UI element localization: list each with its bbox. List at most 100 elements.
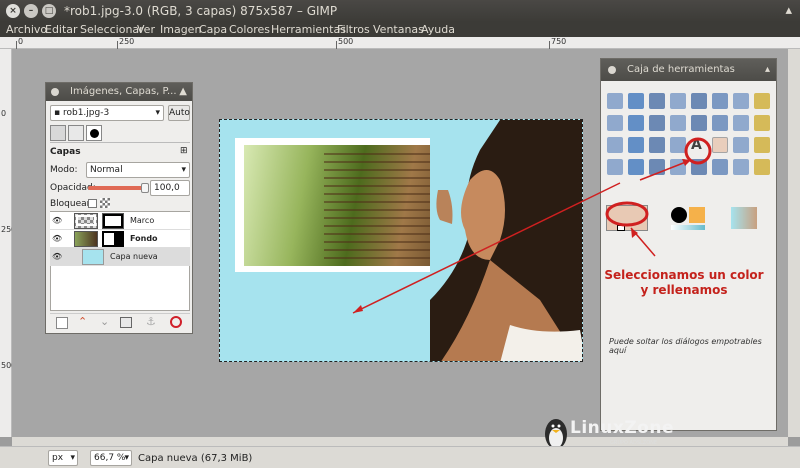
paintbrush-icon[interactable] (607, 159, 623, 175)
visibility-eye-icon[interactable]: 👁 (52, 252, 62, 261)
auto-button[interactable]: Auto (168, 105, 190, 121)
menu-ver[interactable]: Ver (137, 23, 155, 36)
brush-pattern-preview[interactable] (671, 207, 707, 230)
raise-layer-icon[interactable]: ⌃ (78, 315, 87, 328)
visibility-eye-icon[interactable]: 👁 (52, 216, 62, 225)
color-picker-icon[interactable] (607, 115, 623, 131)
anchor-layer-icon[interactable]: ⚓ (146, 315, 156, 328)
eraser-icon[interactable] (628, 159, 644, 175)
menu-archivo[interactable]: Archivo (6, 23, 47, 36)
menu-capa[interactable]: Capa (199, 23, 227, 36)
scale-icon[interactable] (754, 115, 770, 131)
new-layer-icon[interactable] (56, 317, 68, 329)
fuzzy-select-icon[interactable] (670, 93, 686, 109)
horizontal-ruler: 0 250 500 750 (0, 37, 800, 49)
chevron-down-icon: ▾ (155, 108, 160, 118)
menu-colores[interactable]: Colores (229, 23, 270, 36)
layer-row-fondo[interactable]: 👁 Fondo (50, 230, 190, 248)
default-colors-icon[interactable] (617, 225, 625, 231)
foreground-select-icon[interactable] (733, 93, 749, 109)
layer-row-marco[interactable]: 👁 Marco (50, 212, 190, 230)
foreground-color-swatch[interactable] (606, 205, 648, 231)
flip-icon[interactable] (649, 137, 665, 153)
layer-actions-bar: ⌃ ⌄ ⚓ (50, 313, 190, 331)
opacity-slider-handle[interactable] (141, 183, 149, 193)
opacity-slider[interactable] (88, 183, 149, 193)
lock-label: Bloquear: (50, 199, 94, 209)
move-icon[interactable] (670, 115, 686, 131)
visibility-eye-icon[interactable]: 👁 (52, 234, 62, 243)
rotate-icon[interactable] (733, 115, 749, 131)
minimize-window-button[interactable]: – (24, 4, 38, 18)
lock-pixels-checkbox[interactable] (88, 199, 97, 208)
mode-select[interactable]: Normal ▾ (86, 162, 190, 178)
heal-icon[interactable] (712, 159, 728, 175)
lock-alpha-icon[interactable] (100, 198, 110, 208)
dialog-menu-icon[interactable] (608, 66, 616, 74)
dialog-close-icon[interactable]: ▲ (179, 86, 187, 97)
layer-thumbnail (74, 231, 98, 247)
crop-icon[interactable] (712, 115, 728, 131)
layers-dialog-title: Imágenes, Capas, P... (70, 86, 177, 97)
delete-layer-icon[interactable] (170, 316, 182, 328)
menu-imagen[interactable]: Imagen (160, 23, 201, 36)
perspective-icon[interactable] (628, 137, 644, 153)
woman-photo (430, 120, 582, 361)
unit-select[interactable]: px ▾ (48, 450, 78, 466)
vertical-ruler: 0 250 500 (0, 49, 16, 437)
ink-icon[interactable] (670, 159, 686, 175)
duplicate-layer-icon[interactable] (120, 317, 132, 328)
dodge-burn-icon[interactable] (754, 159, 770, 175)
image-canvas[interactable] (219, 119, 583, 362)
close-window-button[interactable]: × (6, 4, 20, 18)
align-icon[interactable] (691, 115, 707, 131)
scroll-up-arrow-icon[interactable]: ▴ (765, 64, 770, 75)
menu-editar[interactable]: Editar (45, 23, 78, 36)
smudge-icon[interactable] (733, 159, 749, 175)
clone-icon[interactable] (691, 159, 707, 175)
unit-value: px (52, 453, 64, 463)
layer-row-capa-nueva[interactable]: 👁 Capa nueva (50, 248, 190, 266)
text-icon[interactable]: A (691, 137, 707, 153)
window-titlebar: × – □ *rob1.jpg-3.0 (RGB, 3 capas) 875x5… (0, 0, 800, 22)
lasso-select-icon[interactable] (649, 93, 665, 109)
ruler-tick-label: 0 (1, 109, 7, 118)
vertical-scrollbar[interactable] (788, 49, 800, 437)
menu-seleccionar[interactable]: Seleccionar (80, 23, 144, 36)
menubar: Archivo Editar Seleccionar Ver Imagen Ca… (0, 22, 800, 37)
menu-ventanas[interactable]: Ventanas (373, 23, 424, 36)
scissors-select-icon[interactable] (712, 93, 728, 109)
shear-icon[interactable] (607, 137, 623, 153)
paths-icon[interactable] (754, 93, 770, 109)
menu-ayuda[interactable]: Ayuda (421, 23, 455, 36)
bucket-fill-icon[interactable] (712, 137, 728, 153)
image-select[interactable]: ▪ rob1.jpg-3 ▾ (50, 105, 164, 121)
horizontal-scrollbar[interactable] (12, 437, 788, 446)
ellipse-select-icon[interactable] (628, 93, 644, 109)
airbrush-icon[interactable] (649, 159, 665, 175)
layers-dialog: Imágenes, Capas, P... ▲ ▪ rob1.jpg-3 ▾ A… (45, 82, 193, 334)
tab-channels-icon[interactable] (86, 125, 102, 141)
image-preview-thumbnail[interactable] (731, 207, 757, 229)
zoom-icon[interactable] (628, 115, 644, 131)
measure-icon[interactable] (649, 115, 665, 131)
logo-text: LinuxZone (570, 418, 674, 438)
scroll-up-arrow-icon[interactable]: ▴ (785, 3, 792, 18)
tab-layers-icon[interactable] (68, 125, 84, 141)
tab-images-icon[interactable] (50, 125, 66, 141)
rect-select-icon[interactable] (607, 93, 623, 109)
blend-icon[interactable] (733, 137, 749, 153)
configure-tab-icon[interactable]: ⊞ (180, 146, 188, 156)
layers-section-title: Capas (50, 147, 81, 157)
opacity-input[interactable]: 100,0 (150, 180, 190, 196)
zoom-select[interactable]: 66,7 % ▾ (90, 450, 132, 466)
lower-layer-icon[interactable]: ⌄ (100, 315, 109, 328)
menu-filtros[interactable]: Filtros (337, 23, 370, 36)
maximize-window-button[interactable]: □ (42, 4, 56, 18)
menu-herramientas[interactable]: Herramientas (271, 23, 346, 36)
cage-icon[interactable] (670, 137, 686, 153)
layer-name: Capa nueva (110, 252, 158, 261)
color-select-icon[interactable] (691, 93, 707, 109)
dialog-menu-icon[interactable] (51, 88, 59, 96)
pencil-icon[interactable] (754, 137, 770, 153)
